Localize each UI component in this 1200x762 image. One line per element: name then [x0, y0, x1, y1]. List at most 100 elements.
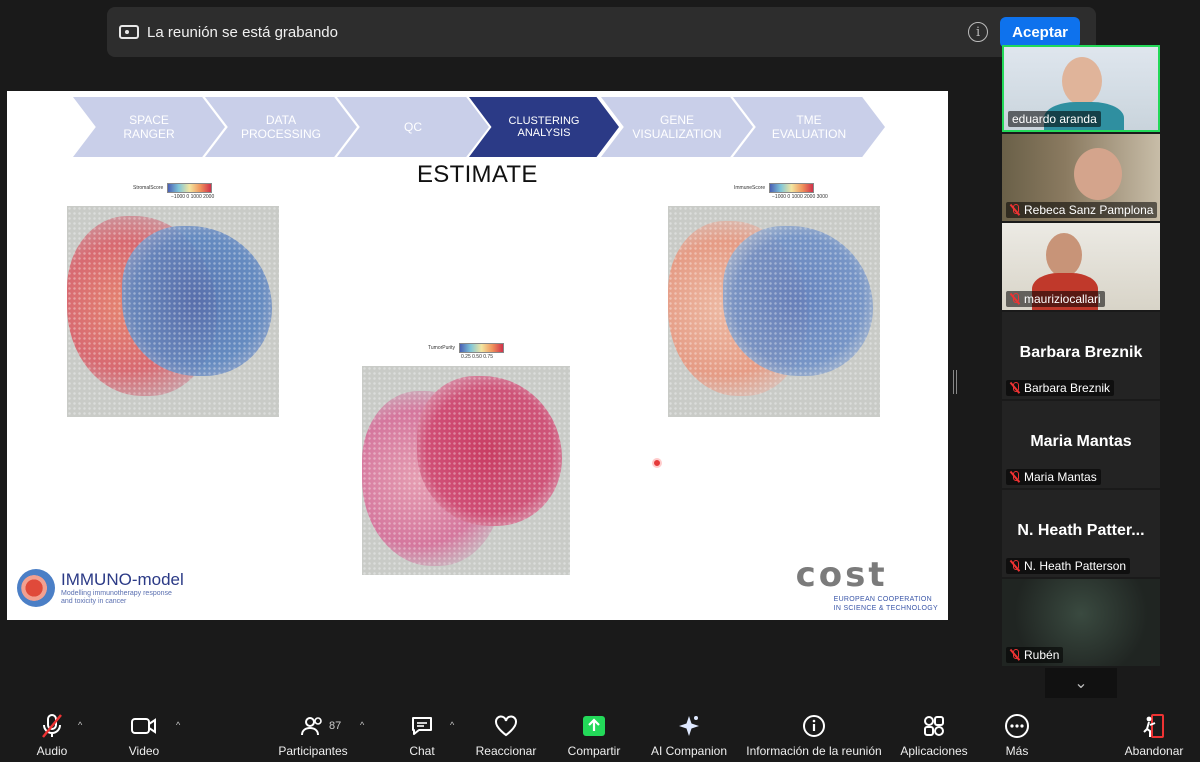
participant-name: Rubén [1006, 647, 1064, 663]
stromal-legend: StromalScore [133, 183, 213, 193]
colorbar [459, 343, 505, 353]
ai-companion-label: AI Companion [650, 744, 728, 758]
participant-video [1046, 233, 1082, 277]
step-label: TME EVALUATION [771, 113, 847, 141]
participant-name: mauriziocallari [1006, 291, 1105, 307]
immune-legend: ImmuneScore [734, 183, 815, 193]
participant-name: eduardo aranda [1008, 111, 1101, 127]
react-button[interactable]: Reaccionar [474, 706, 538, 762]
participants-options-caret[interactable]: ^ [360, 720, 364, 730]
heart-icon [492, 712, 520, 740]
participant-name: Barbara Breznik [1006, 380, 1115, 396]
apps-icon [920, 712, 948, 740]
video-button[interactable]: Video [124, 706, 164, 762]
apps-label: Aplicaciones [900, 744, 968, 758]
video-options-caret[interactable]: ^ [176, 720, 180, 730]
colorbar-ticks: 0.25 0.50 0.75 [461, 354, 493, 360]
meeting-toolbar: Audio ^ Video ^ Participantes 87 ^ Chat … [0, 706, 1200, 762]
participant-tile[interactable]: Maria Mantas Maria Mantas [1002, 401, 1160, 488]
accept-button[interactable]: Aceptar [1000, 16, 1080, 48]
participants-count: 87 [329, 720, 342, 732]
immuno-logo-tagline: Modelling immunotherapy response and tox… [61, 590, 172, 605]
legend-label: TumorPurity [428, 345, 456, 351]
recording-icon [119, 25, 139, 39]
cost-logo-name: cost [795, 555, 888, 595]
cost-logo-tagline: EUROPEAN COOPERATION IN SCIENCE & TECHNO… [833, 596, 938, 612]
leave-label: Abandonar [1124, 744, 1184, 758]
shared-screen-slide: SPACE RANGER DATA PROCESSING QC CLUSTERI… [7, 91, 948, 620]
meeting-info-label: Información de la reunión [746, 744, 882, 758]
step-label: DATA PROCESSING [240, 113, 321, 141]
audio-button[interactable]: Audio [32, 706, 72, 762]
chat-label: Chat [409, 744, 435, 758]
info-circle-icon [800, 712, 828, 740]
cost-logo: cost EUROPEAN COOPERATION IN SCIENCE & T… [796, 555, 938, 613]
participant-name-text: mauriziocallari [1024, 292, 1101, 306]
chat-options-caret[interactable]: ^ [450, 720, 454, 730]
step-qc: QC [337, 97, 489, 157]
video-label: Video [128, 744, 160, 758]
mic-muted-icon [38, 712, 66, 740]
panel-splitter-handle[interactable] [953, 370, 957, 394]
immuno-model-logo: IMMUNO-model Modelling immunotherapy res… [17, 569, 184, 607]
share-label: Compartir [567, 744, 621, 758]
immune-score-plot [668, 206, 880, 417]
mic-muted-icon [1010, 293, 1020, 305]
chevron-down-icon: ⌄ [1074, 675, 1088, 692]
participant-tile[interactable]: Rebeca Sanz Pamplona [1002, 134, 1160, 221]
colorbar-ticks: −1000 0 1000 2000 3000 [772, 194, 828, 200]
participant-video [1062, 57, 1102, 105]
participant-name-text: Barbara Breznik [1024, 381, 1111, 395]
participant-tile[interactable]: N. Heath Patter... N. Heath Patterson [1002, 490, 1160, 577]
apps-button[interactable]: Aplicaciones [898, 706, 970, 762]
slide-title: ESTIMATE [417, 161, 538, 188]
participant-tile[interactable]: eduardo aranda [1002, 45, 1160, 132]
colorbar [769, 183, 815, 193]
mic-muted-icon [1010, 560, 1020, 572]
participants-icon [299, 712, 327, 740]
step-clustering-analysis: CLUSTERING ANALYSIS [469, 97, 619, 157]
more-button[interactable]: Más [1000, 706, 1034, 762]
participants-button[interactable]: Participantes [276, 706, 350, 762]
chat-button[interactable]: Chat [404, 706, 440, 762]
tumor-purity-plot [362, 366, 570, 575]
audio-label: Audio [36, 744, 68, 758]
participant-name: N. Heath Patterson [1006, 558, 1131, 574]
mic-muted-icon [1010, 649, 1020, 661]
leave-button[interactable]: Abandonar [1120, 706, 1188, 762]
laser-pointer [652, 458, 662, 468]
share-button[interactable]: Compartir [564, 706, 624, 762]
sparkle-icon [675, 712, 703, 740]
participant-name-text: Rubén [1024, 648, 1060, 662]
info-icon[interactable]: i [968, 22, 989, 42]
immuno-logo-icon [17, 569, 55, 607]
participants-gallery: eduardo aranda Rebeca Sanz Pamplona maur… [1002, 45, 1160, 668]
legend-label: ImmuneScore [734, 185, 766, 191]
participant-display-name: Barbara Breznik [1019, 344, 1143, 361]
participant-tile[interactable]: Barbara Breznik Barbara Breznik [1002, 312, 1160, 399]
mic-muted-icon [1010, 471, 1020, 483]
participant-name-text: Maria Mantas [1024, 470, 1097, 484]
participant-name-text: Rebeca Sanz Pamplona [1024, 203, 1154, 217]
participant-display-name: Maria Mantas [1030, 433, 1132, 450]
react-label: Reaccionar [475, 744, 537, 758]
step-label: SPACE RANGER [123, 113, 175, 141]
meeting-info-button[interactable]: Información de la reunión [740, 706, 888, 762]
step-label: GENE VISUALIZATION [632, 113, 722, 141]
mic-muted-icon [1010, 204, 1020, 216]
more-dots-icon [1003, 712, 1031, 740]
colorbar [167, 183, 213, 193]
participant-name: Rebeca Sanz Pamplona [1006, 202, 1158, 218]
participant-video [1074, 148, 1122, 200]
stromal-score-plot [67, 206, 279, 417]
gallery-scroll-down-button[interactable]: ⌄ [1045, 668, 1117, 698]
step-tme-evaluation: TME EVALUATION [733, 97, 885, 157]
ai-companion-button[interactable]: AI Companion [648, 706, 730, 762]
participant-display-name: N. Heath Patter... [1017, 522, 1145, 539]
audio-options-caret[interactable]: ^ [78, 720, 82, 730]
participant-tile[interactable]: mauriziocallari [1002, 223, 1160, 310]
video-camera-icon [130, 712, 158, 740]
chat-bubble-icon [408, 712, 436, 740]
step-label: CLUSTERING ANALYSIS [508, 115, 580, 139]
participant-tile[interactable]: Rubén [1002, 579, 1160, 666]
